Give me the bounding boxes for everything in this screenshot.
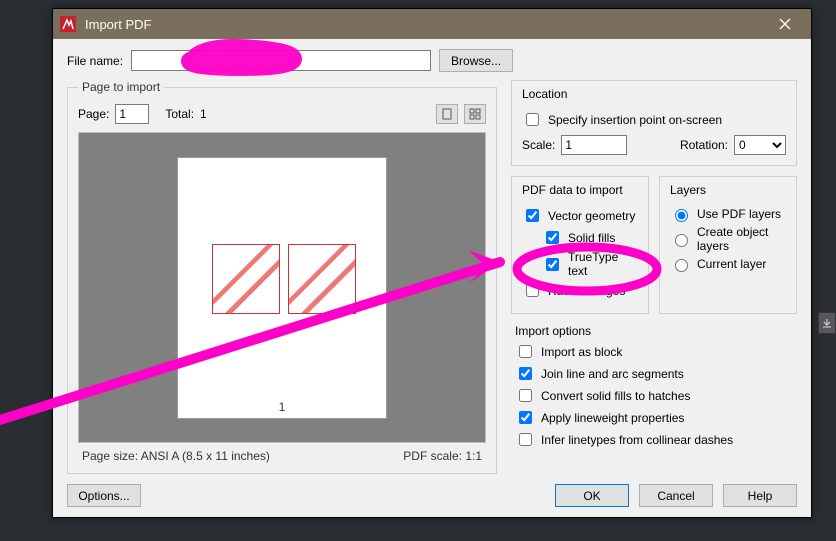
preview-page: 1 [177, 157, 387, 419]
import-as-block-checkbox[interactable]: Import as block [515, 342, 793, 361]
truetype-text-checkbox[interactable]: TrueType text [522, 250, 638, 278]
page-preview[interactable]: 1 [78, 132, 486, 443]
browse-button[interactable]: Browse... [439, 49, 513, 72]
close-button[interactable] [765, 10, 805, 38]
pdf-data-legend: PDF data to import [518, 183, 627, 197]
single-page-icon [441, 108, 453, 120]
preview-content [288, 244, 356, 314]
titlebar: Import PDF [53, 9, 811, 39]
page-to-import-group: Page to import Page: Total: 1 [67, 80, 497, 474]
import-options-group: Import options Import as block Join line… [511, 324, 797, 452]
thumbnail-view-button[interactable] [464, 104, 486, 124]
import-options-legend: Import options [515, 324, 793, 338]
file-name-input[interactable] [131, 50, 431, 71]
join-segments-checkbox[interactable]: Join line and arc segments [515, 364, 793, 383]
use-pdf-layers-radio[interactable]: Use PDF layers [670, 206, 786, 222]
file-label: File name: [67, 54, 123, 68]
solid-fills-checkbox[interactable]: Solid fills [522, 228, 638, 247]
grid-icon [469, 108, 481, 120]
pdf-scale-label: PDF scale: 1:1 [403, 449, 482, 463]
create-object-layers-radio[interactable]: Create object layers [670, 225, 786, 253]
import-pdf-dialog: Import PDF File name: Browse... Page to … [52, 8, 812, 518]
rotation-label: Rotation: [680, 138, 728, 152]
current-layer-radio[interactable]: Current layer [670, 256, 786, 272]
scale-input[interactable] [561, 135, 627, 155]
download-icon [822, 318, 832, 328]
specify-insertion-checkbox[interactable]: Specify insertion point on-screen [522, 110, 786, 129]
close-icon [779, 18, 791, 30]
location-legend: Location [518, 87, 571, 101]
cancel-button[interactable]: Cancel [639, 484, 713, 507]
page-size-label: Page size: ANSI A (8.5 x 11 inches) [82, 449, 270, 463]
infer-linetypes-checkbox[interactable]: Infer linetypes from collinear dashes [515, 430, 793, 449]
side-panel-tab[interactable] [818, 312, 836, 334]
total-value: 1 [200, 107, 207, 121]
file-row: File name: Browse... [67, 49, 797, 72]
app-icon [59, 15, 77, 33]
help-button[interactable]: Help [723, 484, 797, 507]
total-label: Total: [165, 107, 194, 121]
preview-content [212, 244, 280, 314]
rotation-select[interactable]: 0 [734, 135, 786, 155]
single-page-view-button[interactable] [436, 104, 458, 124]
preview-page-number: 1 [279, 400, 286, 414]
convert-hatches-checkbox[interactable]: Convert solid fills to hatches [515, 386, 793, 405]
page-number-input[interactable] [115, 104, 149, 124]
apply-lineweight-checkbox[interactable]: Apply lineweight properties [515, 408, 793, 427]
button-row: Options... OK Cancel Help [53, 474, 811, 517]
window-title: Import PDF [85, 17, 765, 32]
options-button[interactable]: Options... [67, 484, 141, 507]
location-group: Location Specify insertion point on-scre… [511, 80, 797, 166]
ok-button[interactable]: OK [555, 484, 629, 507]
page-group-legend: Page to import [78, 80, 164, 94]
vector-geometry-checkbox[interactable]: Vector geometry [522, 206, 638, 225]
scale-label: Scale: [522, 138, 555, 152]
page-label: Page: [78, 107, 109, 121]
pdf-data-group: PDF data to import Vector geometry Solid… [511, 176, 649, 314]
layers-group: Layers Use PDF layers Create object laye… [659, 176, 797, 314]
raster-images-checkbox[interactable]: Raster images [522, 281, 638, 300]
layers-legend: Layers [666, 183, 710, 197]
